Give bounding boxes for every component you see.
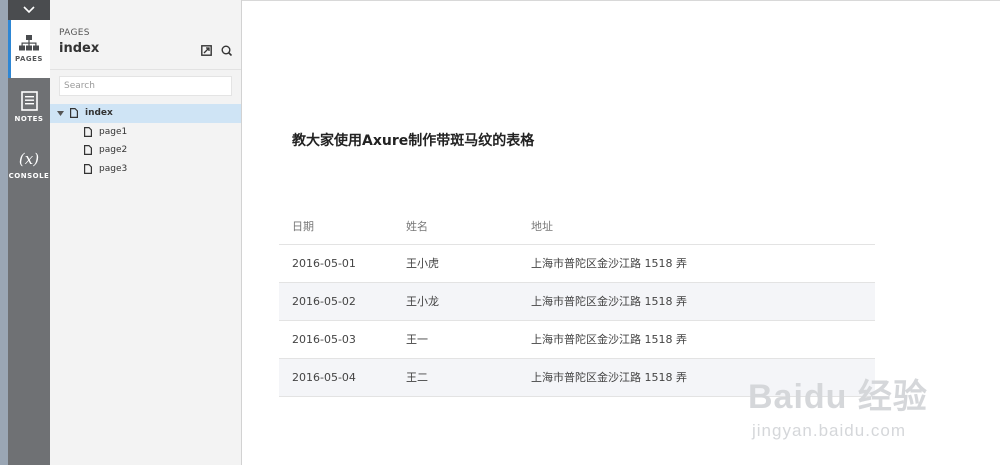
caret-down-icon[interactable] <box>57 110 65 116</box>
table-row: 2016-05-02 王小龙 上海市普陀区金沙江路 1518 弄 <box>279 282 875 321</box>
rail-pages-label: PAGES <box>15 55 43 63</box>
pages-panel: PAGES index Search index page1 page2 pag… <box>50 0 242 465</box>
tree-item-page2[interactable]: page2 <box>50 141 241 160</box>
table-cell-date: 2016-05-01 <box>279 244 393 283</box>
rail-console-button[interactable]: (x) CONSOLE <box>8 136 50 194</box>
table-header-row: 日期 姓名 地址 <box>279 209 875 245</box>
table-row: 2016-05-04 王二 上海市普陀区金沙江路 1518 弄 <box>279 358 875 397</box>
tree-item-index[interactable]: index <box>50 104 241 123</box>
table-cell-name: 王二 <box>393 358 518 397</box>
rail-pages-button[interactable]: PAGES <box>8 20 50 78</box>
sidebar-rail: PAGES NOTES (x) CONSOLE <box>8 0 50 465</box>
page-heading: 教大家使用Axure制作带斑马纹的表格 <box>292 133 535 149</box>
table-cell-address: 上海市普陀区金沙江路 1518 弄 <box>518 320 875 359</box>
notes-icon <box>20 91 38 111</box>
watermark-url: jingyan.baidu.com <box>752 421 907 440</box>
sitemap-icon <box>19 35 39 51</box>
table-cell-name: 王小龙 <box>393 282 518 321</box>
column-header-date: 日期 <box>279 209 393 245</box>
add-page-icon <box>221 45 232 56</box>
page-tree: index page1 page2 page3 <box>50 104 241 178</box>
pages-panel-header: PAGES index <box>50 0 241 70</box>
window-edge-strip <box>0 0 8 465</box>
console-icon: (x) <box>18 150 40 168</box>
export-button[interactable] <box>200 44 212 56</box>
axure-preview-window: PAGES NOTES (x) CONSOLE PAGES index Sear… <box>0 0 1000 465</box>
table-cell-name: 王小虎 <box>393 244 518 283</box>
tree-item-page1[interactable]: page1 <box>50 123 241 142</box>
table-cell-address: 上海市普陀区金沙江路 1518 弄 <box>518 244 875 283</box>
rail-notes-label: NOTES <box>14 115 44 123</box>
tree-item-label: page2 <box>99 145 128 156</box>
table-cell-date: 2016-05-03 <box>279 320 393 359</box>
rail-console-label: CONSOLE <box>8 172 50 180</box>
tree-item-label: page3 <box>99 163 128 174</box>
column-header-name: 姓名 <box>393 209 518 245</box>
page-icon <box>84 145 92 156</box>
tree-item-label: index <box>85 108 113 119</box>
export-icon <box>200 44 212 56</box>
table-cell-address: 上海市普陀区金沙江路 1518 弄 <box>518 282 875 321</box>
page-icon <box>70 108 78 119</box>
collapse-sidebar-button[interactable] <box>8 0 50 20</box>
chevron-down-icon <box>23 6 35 14</box>
page-icon <box>84 163 92 174</box>
page-search-input[interactable] <box>59 76 232 96</box>
add-page-button[interactable] <box>220 44 232 56</box>
tree-item-label: page1 <box>99 126 128 137</box>
table-cell-name: 王一 <box>393 320 518 359</box>
tree-item-page3[interactable]: page3 <box>50 160 241 179</box>
table-row: 2016-05-03 王一 上海市普陀区金沙江路 1518 弄 <box>279 320 875 359</box>
table-row: 2016-05-01 王小虎 上海市普陀区金沙江路 1518 弄 <box>279 244 875 283</box>
page-icon <box>84 126 92 137</box>
rail-notes-button[interactable]: NOTES <box>8 78 50 136</box>
table-cell-address: 上海市普陀区金沙江路 1518 弄 <box>518 358 875 397</box>
table-cell-date: 2016-05-04 <box>279 358 393 397</box>
pages-panel-eyebrow: PAGES <box>59 28 90 38</box>
panel-header-actions <box>200 44 232 56</box>
zebra-table: 日期 姓名 地址 2016-05-01 王小虎 上海市普陀区金沙江路 1518 … <box>279 209 875 397</box>
page-canvas: 教大家使用Axure制作带斑马纹的表格 日期 姓名 地址 2016-05-01 … <box>242 0 1000 465</box>
table-cell-date: 2016-05-02 <box>279 282 393 321</box>
column-header-address: 地址 <box>518 209 875 245</box>
